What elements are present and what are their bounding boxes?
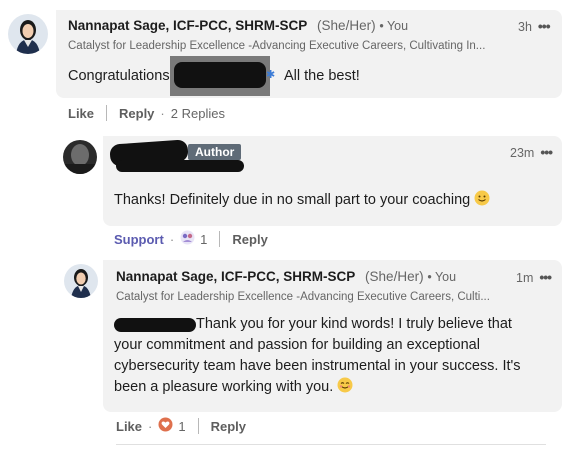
connection-degree: • You <box>379 19 409 33</box>
support-reaction-icon[interactable] <box>180 230 195 248</box>
reply-text-line-4-wrap: been a pleasure working with you. <box>114 377 554 400</box>
reply-actions: Support · 1 Reply <box>114 230 268 248</box>
avatar[interactable] <box>63 140 97 174</box>
love-reaction-icon[interactable] <box>158 417 173 435</box>
timestamp: 1m <box>516 271 534 285</box>
redacted-name-scribble <box>116 160 244 172</box>
like-button[interactable]: Like <box>68 106 94 121</box>
reply-button[interactable]: Reply <box>232 232 267 247</box>
comment-actions: Like Reply · 2 Replies <box>68 105 225 121</box>
comment-text-end: All the best! <box>284 68 360 84</box>
dot-separator: · <box>148 418 153 434</box>
profile-photo-icon <box>64 264 98 298</box>
reply-text: Thank you for your kind words! I truly b… <box>114 314 554 400</box>
timestamp: 3h <box>518 20 532 34</box>
comment-text: Congratulations <box>68 66 170 87</box>
dot-separator: · <box>169 231 175 247</box>
smiling-face-emoji-icon <box>337 377 353 400</box>
commenter-name-line[interactable]: Nannapat Sage, ICF-PCC, SHRM-SCP (She/He… <box>116 269 456 284</box>
comment-time: 3h ••• <box>518 18 551 34</box>
reply-text-line-3: cybersecurity team have been instrumenta… <box>114 358 521 374</box>
avatar[interactable] <box>64 264 98 298</box>
reaction-count[interactable]: 1 <box>178 419 185 434</box>
like-button[interactable]: Like <box>116 419 142 434</box>
commenter-name-line[interactable]: Nannapat Sage, ICF-PCC, SHRM-SCP (She/He… <box>68 18 408 33</box>
slightly-smiling-face-emoji-icon <box>474 190 490 213</box>
commenter-headline: Catalyst for Leadership Excellence -Adva… <box>116 291 490 303</box>
reply-button[interactable]: Reply <box>211 419 246 434</box>
more-options-icon[interactable]: ••• <box>540 144 553 160</box>
reply-time: 1m ••• <box>516 269 552 285</box>
reply-actions: Like · 1 Reply <box>116 417 246 435</box>
reply-text: Thanks! Definitely due in no small part … <box>114 190 490 213</box>
pronouns: (She/Her) <box>365 269 424 284</box>
profile-photo-icon <box>8 14 48 54</box>
dot-separator: · <box>160 105 165 121</box>
comment-top: Nannapat Sage, ICF-PCC, SHRM-SCP (She/He… <box>0 0 568 130</box>
more-options-icon[interactable]: ••• <box>538 18 551 34</box>
pronouns: (She/Her) <box>317 18 376 33</box>
reply-text-line-4: been a pleasure working with you. <box>114 379 334 395</box>
commenter-name[interactable]: Nannapat Sage, ICF-PCC, SHRM-SCP <box>116 269 355 284</box>
commenter-headline: Catalyst for Leadership Excellence -Adva… <box>68 40 486 52</box>
sparkle-emoji-icon: ✱ <box>266 69 276 81</box>
reply-text-content: Thanks! Definitely due in no small part … <box>114 192 471 208</box>
comment-text-start: Congratulations <box>68 68 170 84</box>
reaction-count[interactable]: 1 <box>200 232 207 247</box>
connection-degree: • You <box>427 270 457 284</box>
reply-text-line-1: Thank you for your kind words! I truly b… <box>196 316 512 332</box>
redacted-name <box>174 62 266 88</box>
author-badge: Author <box>188 144 242 160</box>
reply-nannapat: Nannapat Sage, ICF-PCC, SHRM-SCP (She/He… <box>0 250 568 452</box>
support-reaction-button[interactable]: Support <box>114 232 164 247</box>
timestamp: 23m <box>510 146 535 160</box>
reply-text-line-2: your commitment and passion for building… <box>114 337 480 353</box>
reply-author: Author 23m ••• Thanks! Definitely due in … <box>0 130 568 250</box>
action-divider <box>197 418 199 434</box>
action-divider <box>219 231 221 247</box>
action-divider <box>106 105 108 121</box>
replies-count-link[interactable]: 2 Replies <box>171 106 225 121</box>
reply-time: 23m ••• <box>510 144 553 160</box>
commenter-name[interactable]: Nannapat Sage, ICF-PCC, SHRM-SCP <box>68 18 307 33</box>
reply-button[interactable]: Reply <box>119 106 154 121</box>
more-options-icon[interactable]: ••• <box>539 269 552 285</box>
thread-divider <box>116 444 546 445</box>
profile-photo-icon <box>63 140 97 174</box>
avatar[interactable] <box>8 14 48 54</box>
